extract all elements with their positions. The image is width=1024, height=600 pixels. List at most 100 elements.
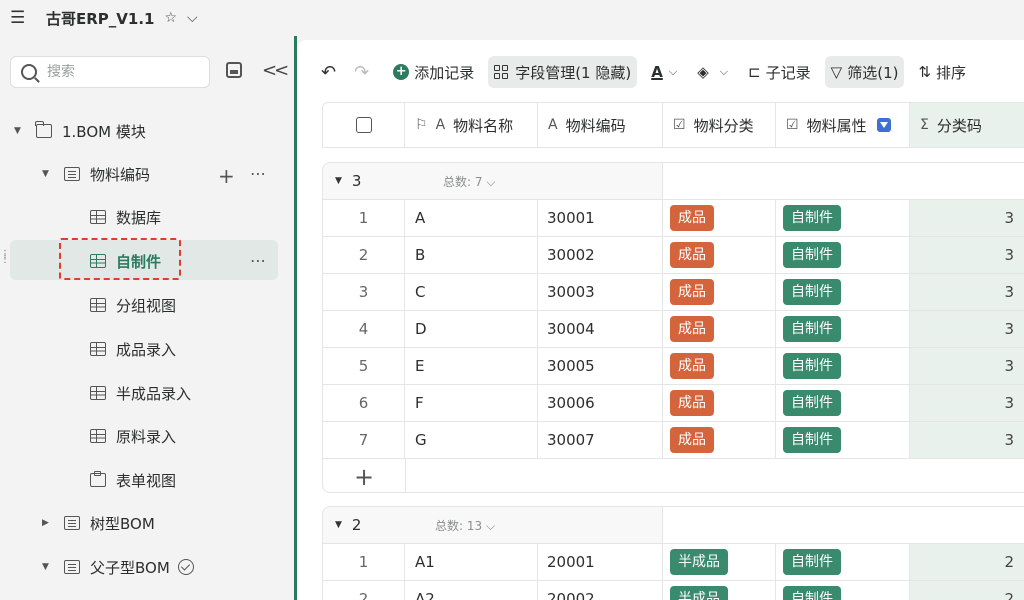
cell-class-code[interactable]: 3 [910,385,1024,421]
column-header-class-code[interactable]: Σ 分类码 [910,103,1024,147]
cell-category[interactable]: 半成品 [663,544,776,580]
cell-code[interactable]: 30001 [538,200,663,236]
cell-attribute[interactable]: 自制件 [776,385,910,421]
select-all-cell[interactable] [323,103,405,147]
cell-class-code[interactable]: 3 [910,311,1024,347]
cell-code[interactable]: 20002 [538,581,663,600]
undo-icon[interactable]: ↶ [321,62,336,83]
app-title[interactable]: 古哥ERP_V1.1 [46,8,154,29]
add-record-button[interactable]: + 添加记录 [387,56,480,88]
more-icon[interactable]: ⋯ [250,164,266,183]
drag-handle-icon[interactable]: ⋮ ⋮ [0,250,10,265]
column-header-attribute[interactable]: ☑ 物料属性 [776,103,910,147]
cell-name[interactable]: C [405,274,538,310]
cell-category[interactable]: 成品 [663,200,776,236]
view-toggle-icon[interactable] [226,62,242,78]
table-row[interactable]: 1 A1 20001 半成品 自制件 2 [323,543,1024,580]
expand-triangle-icon[interactable]: ▼ [42,562,52,572]
column-header-code[interactable]: A 物料编码 [538,103,663,147]
table-row[interactable]: 6 F 30006 成品 自制件 3 [323,384,1024,421]
text-color-button[interactable]: A ⌵ [645,56,683,88]
cell-class-code[interactable]: 2 [910,544,1024,580]
table-row[interactable]: 2 A2 20002 半成品 自制件 2 [323,580,1024,600]
tree-item-material-code[interactable]: ▼ 物料编码 [42,155,150,193]
group-count[interactable]: 总数: 13 ⌵ [435,517,495,534]
cell-attribute[interactable]: 自制件 [776,200,910,236]
cell-name[interactable]: A1 [405,544,538,580]
collapse-triangle-icon[interactable]: ▼ [335,520,342,530]
tree-item-tree-bom[interactable]: ▶ 树型BOM [42,504,155,542]
cell-attribute[interactable]: 自制件 [776,237,910,273]
tree-item-finished-entry[interactable]: 成品录入 [90,330,176,368]
cell-attribute[interactable]: 自制件 [776,348,910,384]
table-row[interactable]: 3 C 30003 成品 自制件 3 [323,273,1024,310]
cell-category[interactable]: 成品 [663,385,776,421]
group-count[interactable]: 总数: 7 ⌵ [443,173,495,190]
sort-button[interactable]: ⇅ 排序 [912,56,972,88]
collapse-sidebar-icon[interactable]: << [262,60,289,81]
add-row-plus-icon[interactable]: + [354,463,374,491]
star-icon[interactable]: ☆ [164,10,177,26]
cell-attribute[interactable]: 自制件 [776,274,910,310]
cell-class-code[interactable]: 3 [910,237,1024,273]
cell-class-code[interactable]: 3 [910,348,1024,384]
tree-item-form-view[interactable]: 表单视图 [90,461,176,499]
search-input[interactable] [47,64,187,80]
table-row[interactable]: 1 A 30001 成品 自制件 3 [323,199,1024,236]
cell-name[interactable]: B [405,237,538,273]
collapse-triangle-icon[interactable]: ▼ [335,176,342,186]
tree-item-semi-finished-entry[interactable]: 半成品录入 [90,374,191,412]
add-row[interactable]: + [323,458,1024,492]
cell-category[interactable]: 成品 [663,311,776,347]
cell-name[interactable]: E [405,348,538,384]
expand-triangle-icon[interactable]: ▶ [42,518,52,528]
cell-category[interactable]: 成品 [663,237,776,273]
cell-attribute[interactable]: 自制件 [776,544,910,580]
table-row[interactable]: 2 B 30002 成品 自制件 3 [323,236,1024,273]
tree-item-group-view[interactable]: 分组视图 [90,286,176,324]
cell-class-code[interactable]: 3 [910,200,1024,236]
more-icon[interactable]: ⋯ [250,251,266,270]
chevron-down-icon[interactable]: ⌵ [187,10,198,26]
group-header[interactable]: ▼ 2 总数: 13 ⌵ [323,507,663,543]
cell-code[interactable]: 20001 [538,544,663,580]
search-box[interactable] [10,56,210,88]
cell-category[interactable]: 成品 [663,422,776,458]
group-header[interactable]: ▼ 3 总数: 7 ⌵ [323,163,663,199]
column-header-name[interactable]: ⚐ A 物料名称 [405,103,538,147]
redo-icon[interactable]: ↷ [354,62,369,83]
cell-class-code[interactable]: 2 [910,581,1024,600]
expand-triangle-icon[interactable]: ▼ [14,126,24,136]
cell-category[interactable]: 成品 [663,348,776,384]
expand-triangle-icon[interactable]: ▼ [42,169,52,179]
cell-attribute[interactable]: 自制件 [776,581,910,600]
cell-category[interactable]: 半成品 [663,581,776,600]
tree-item-raw-entry[interactable]: 原料录入 [90,417,176,455]
column-header-category[interactable]: ☑ 物料分类 [663,103,776,147]
cell-code[interactable]: 30003 [538,274,663,310]
cell-code[interactable]: 30005 [538,348,663,384]
cell-code[interactable]: 30007 [538,422,663,458]
cell-code[interactable]: 30002 [538,237,663,273]
cell-name[interactable]: F [405,385,538,421]
cell-code[interactable]: 30006 [538,385,663,421]
tree-item-bom-module[interactable]: ▼ 1.BOM 模块 [14,112,146,150]
tree-item-parent-child-bom[interactable]: ▼ 父子型BOM [42,548,194,586]
sub-record-button[interactable]: ⊏ 子记录 [742,56,817,88]
filter-button[interactable]: ▽ 筛选(1) [824,56,905,88]
cell-attribute[interactable]: 自制件 [776,311,910,347]
add-icon[interactable]: + [218,164,235,188]
field-manage-button[interactable]: 字段管理(1 隐藏) [488,56,638,88]
fill-color-button[interactable]: ◈ ⌵ [691,56,734,88]
table-row[interactable]: 5 E 30005 成品 自制件 3 [323,347,1024,384]
cell-name[interactable]: D [405,311,538,347]
cell-code[interactable]: 30004 [538,311,663,347]
tree-item-database[interactable]: 数据库 [90,198,161,236]
cell-name[interactable]: A2 [405,581,538,600]
cell-name[interactable]: G [405,422,538,458]
cell-class-code[interactable]: 3 [910,422,1024,458]
menu-icon[interactable]: ☰ [10,8,28,28]
cell-name[interactable]: A [405,200,538,236]
select-all-checkbox[interactable] [355,117,372,133]
cell-class-code[interactable]: 3 [910,274,1024,310]
